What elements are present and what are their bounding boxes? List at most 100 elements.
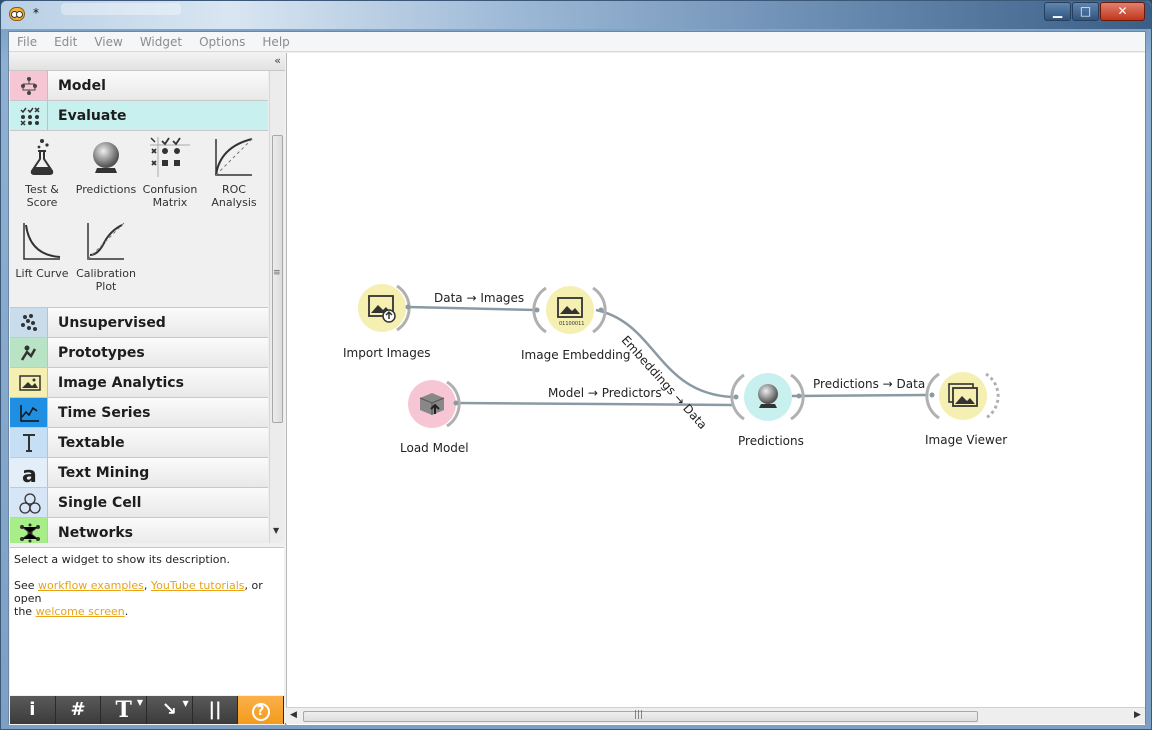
node-import-images[interactable] [358, 284, 411, 332]
node-label-import-images: Import Images [343, 346, 431, 360]
collapse-dock-button[interactable]: « [274, 54, 281, 67]
category-text-mining[interactable]: a Text Mining [10, 458, 268, 488]
menu-view[interactable]: View [94, 35, 122, 49]
flask-icon [30, 139, 54, 175]
dock-scrollbar[interactable]: ≡ ▼ [269, 71, 284, 543]
networks-category-swatch [10, 518, 48, 543]
close-button[interactable]: ✕ [1100, 2, 1145, 21]
svg-text:01100011: 01100011 [559, 321, 584, 327]
menu-help[interactable]: Help [262, 35, 289, 49]
tool-lift-curve[interactable]: Lift Curve [10, 221, 74, 280]
category-textable[interactable]: Textable [10, 428, 268, 458]
prototypes-category-swatch [10, 338, 48, 367]
info-icon: i [29, 699, 36, 720]
description-the-text: the [14, 605, 36, 618]
scroll-left-arrow[interactable]: ◀ [290, 710, 297, 720]
category-evaluate[interactable]: Evaluate [10, 101, 268, 131]
category-label: Text Mining [58, 465, 150, 481]
menu-edit[interactable]: Edit [54, 35, 77, 49]
tool-confusion-matrix[interactable]: Confusion Matrix [138, 137, 202, 209]
description-separator: , [143, 579, 151, 592]
minimize-button[interactable]: ▁ [1044, 2, 1071, 21]
link-label-model-predictors: Model → Predictors [548, 386, 662, 400]
crystal-ball-icon [93, 142, 119, 173]
grid-button[interactable]: # [55, 696, 102, 724]
tool-label: Confusion Matrix [142, 183, 198, 209]
text-annotation-button[interactable]: T ▼ [101, 696, 148, 724]
roc-curve-icon [215, 138, 253, 176]
orange-app-icon [9, 7, 25, 21]
welcome-screen-link[interactable]: welcome screen [36, 605, 125, 618]
maximize-button[interactable]: □ [1072, 2, 1099, 21]
menu-widget[interactable]: Widget [140, 35, 182, 49]
image-icon [19, 375, 41, 391]
category-label: Evaluate [58, 108, 127, 124]
calibration-plot-icon [87, 222, 125, 260]
menu-file[interactable]: File [17, 35, 37, 49]
description-text: Select a widget to show its description. [14, 553, 230, 566]
evaluate-widget-grid: Test & Score Predictions Confusion Matri… [10, 131, 268, 308]
title-bar[interactable]: * ▁ □ ✕ [1, 1, 1151, 29]
category-single-cell[interactable]: Single Cell [10, 488, 268, 518]
category-image-analytics[interactable]: Image Analytics [10, 368, 268, 398]
description-period: . [124, 605, 129, 618]
tool-calibration-plot[interactable]: Calibration Plot [74, 221, 138, 293]
description-links: See workflow examples, YouTube tutorials… [14, 579, 280, 618]
category-unsupervised[interactable]: Unsupervised [10, 308, 268, 338]
grid-icon: # [70, 699, 86, 720]
dropdown-indicator-icon: ▼ [182, 699, 189, 708]
category-label: Unsupervised [58, 315, 166, 331]
category-model[interactable]: Model [10, 71, 268, 101]
category-label: Networks [58, 525, 134, 541]
category-label: Prototypes [58, 345, 145, 361]
tool-roc-analysis[interactable]: ROC Analysis [202, 137, 266, 209]
network-icon [20, 523, 40, 543]
category-label: Single Cell [58, 495, 142, 511]
tool-label: Test & Score [25, 183, 59, 209]
link-predictions-data[interactable] [791, 393, 928, 398]
unsupervised-category-swatch [10, 308, 48, 337]
scroll-grip: ≡ [273, 268, 281, 278]
category-networks[interactable]: Networks [10, 518, 268, 543]
scroll-down-arrow[interactable]: ▼ [273, 526, 279, 535]
tool-test-and-score[interactable]: Test & Score [10, 137, 74, 209]
tool-predictions[interactable]: Predictions [74, 137, 138, 196]
arrow-annotation-icon: ↘ [161, 699, 177, 720]
workflow-examples-link[interactable]: workflow examples [38, 579, 144, 592]
category-label: Model [58, 78, 106, 94]
confusion-matrix-icon [150, 137, 190, 177]
link-label-data-images: Data → Images [434, 291, 525, 305]
link-data-images[interactable] [407, 305, 538, 312]
arrow-annotation-button[interactable]: ↘ ▼ [147, 696, 193, 724]
lift-curve-icon [23, 223, 61, 260]
evaluate-category-swatch [10, 101, 48, 130]
scroll-right-arrow[interactable]: ▶ [1134, 710, 1141, 720]
help-icon: ? [251, 703, 270, 721]
help-button[interactable]: ? [238, 696, 285, 724]
canvas-horizontal-scrollbar[interactable]: ◀ ||| ▶ [286, 707, 1145, 724]
node-image-viewer[interactable] [925, 372, 1000, 420]
dock-scrollbar-thumb[interactable] [272, 135, 283, 423]
dock-header: « [9, 53, 285, 71]
node-load-model[interactable] [408, 380, 461, 428]
info-button[interactable]: i [10, 696, 56, 724]
category-prototypes[interactable]: Prototypes [10, 338, 268, 368]
textable-category-swatch [10, 428, 48, 457]
text-mining-icon: a [22, 463, 37, 485]
node-image-embedding[interactable]: 01100011 [532, 286, 607, 334]
node-label-image-embedding: Image Embedding [521, 348, 631, 362]
text-annotation-icon: T [115, 697, 132, 723]
svg-text:a: a [22, 463, 37, 485]
clusters-icon [21, 314, 37, 331]
canvas-scrollbar-thumb[interactable]: ||| [303, 710, 978, 722]
dropdown-indicator-icon: ▼ [136, 697, 144, 707]
menu-bar: File Edit View Widget Options Help [9, 32, 1145, 52]
category-label: Image Analytics [58, 375, 184, 391]
textable-icon [23, 434, 35, 452]
node-label-predictions: Predictions [738, 434, 804, 448]
pause-button[interactable]: || [192, 696, 239, 724]
workflow-canvas[interactable]: 01100011 Import Images Image Embedding L… [286, 53, 1145, 725]
menu-options[interactable]: Options [199, 35, 245, 49]
category-time-series[interactable]: Time Series [10, 398, 268, 428]
youtube-tutorials-link[interactable]: YouTube tutorials [151, 579, 245, 592]
